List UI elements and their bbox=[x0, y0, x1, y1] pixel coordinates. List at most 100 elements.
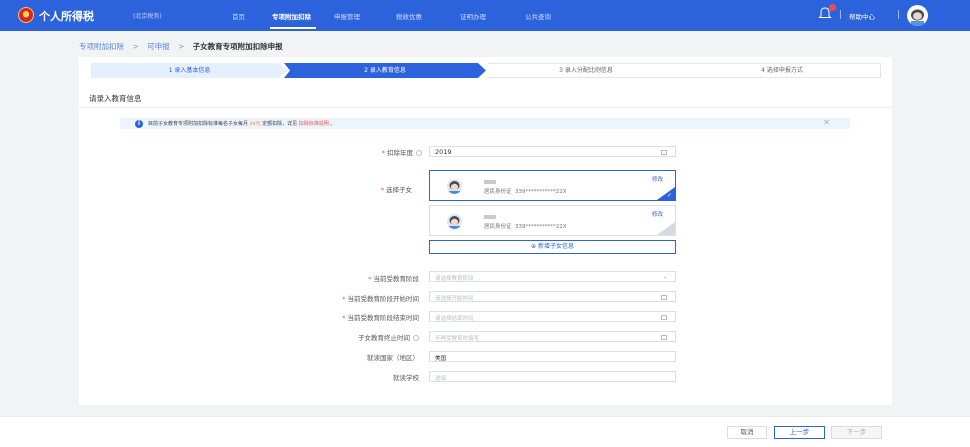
check-icon: ✓ bbox=[666, 192, 672, 199]
school-label: 就读学校 bbox=[329, 372, 419, 382]
nav-active-indicator bbox=[270, 27, 316, 29]
app-title[interactable]: 个人所得税 bbox=[39, 8, 94, 24]
add-child-label: 新增子女信息 bbox=[537, 243, 574, 250]
calendar-icon bbox=[661, 315, 667, 320]
education-stage-select[interactable]: 请选择教育阶段 ⌄ bbox=[429, 271, 676, 282]
notice-text: 目前子女教育专项附加扣除标准每名子女每月 xx元 定额扣除，详见 扣除标准说明 … bbox=[148, 120, 335, 127]
child-avatar bbox=[447, 179, 462, 194]
deduction-year-input[interactable]: 2019 bbox=[429, 146, 676, 157]
required-mark: * bbox=[381, 149, 385, 157]
breadcrumb-special-deduction[interactable]: 专项附加扣除 bbox=[79, 42, 124, 51]
section-divider bbox=[79, 107, 892, 108]
nav-certificate[interactable]: 证明办理 bbox=[460, 11, 486, 21]
school-placeholder: 选填 bbox=[435, 376, 447, 382]
child-label: * 选择子女 bbox=[349, 184, 412, 194]
child-card[interactable]: 居民身份证 339***********22X 修改 ✓ bbox=[429, 170, 676, 201]
help-icon[interactable] bbox=[416, 150, 422, 156]
end-placeholder: 请选择结束时间 bbox=[435, 316, 474, 322]
breadcrumb: 专项附加扣除 > 可申报 > 子女教育专项附加扣除申报 bbox=[79, 41, 289, 52]
edit-child-link[interactable]: 修改 bbox=[652, 210, 663, 218]
start-label: * 当前受教育阶段开始时间 bbox=[279, 293, 419, 303]
calendar-icon bbox=[661, 150, 667, 155]
nav-tax-benefits[interactable]: 税收优惠 bbox=[396, 11, 422, 21]
step-basic-info: 1 录入基本信息 bbox=[91, 63, 288, 78]
country-label-text: 就读国家（地区） bbox=[367, 354, 419, 362]
calendar-icon bbox=[661, 335, 667, 340]
year-value: 2019 bbox=[435, 148, 452, 156]
child-id: 居民身份证 339***********22X bbox=[484, 222, 567, 230]
notice-amount: xx元 bbox=[249, 121, 261, 127]
chevron-down-icon: ⌄ bbox=[662, 274, 667, 280]
top-navbar: 个人所得税 (北京税务) 首页 专项附加扣除 申报管理 税收优惠 证明办理 公共… bbox=[0, 0, 970, 31]
info-icon: i bbox=[135, 120, 143, 128]
end-date-input[interactable]: 请选择结束时间 bbox=[429, 311, 676, 322]
notice-link[interactable]: 扣除标准说明 bbox=[299, 121, 329, 127]
stop-date-input[interactable]: 不再受教育时填写 bbox=[429, 331, 676, 342]
start-label-text: 当前受教育阶段开始时间 bbox=[347, 295, 420, 303]
step-allocation: 3 录入分配比例信息 bbox=[488, 63, 684, 78]
country-value: 美国 bbox=[435, 356, 447, 362]
child-avatar bbox=[447, 214, 462, 229]
unselected-corner bbox=[657, 222, 675, 235]
year-label: * 扣除年度 bbox=[359, 147, 422, 157]
start-date-input[interactable]: 请选择开始时间 bbox=[429, 291, 676, 302]
nav-public-query[interactable]: 公共查询 bbox=[525, 11, 551, 21]
step-declare-method: 4 选择申报方式 bbox=[684, 63, 881, 78]
notice-suffix: 。 bbox=[330, 121, 336, 127]
required-mark: * bbox=[380, 186, 384, 194]
required-mark: * bbox=[342, 295, 346, 303]
school-input[interactable]: 选填 bbox=[429, 371, 676, 382]
breadcrumb-separator: > bbox=[132, 42, 139, 51]
required-mark: * bbox=[342, 314, 346, 322]
footer-bar: 取消 上一步 下一步 bbox=[0, 416, 970, 447]
breadcrumb-separator: > bbox=[177, 42, 185, 51]
stop-label-text: 子女教育终止时间 bbox=[358, 334, 410, 342]
header-divider bbox=[898, 10, 899, 19]
tax-emblem-icon bbox=[18, 7, 34, 23]
step-education-info: 2 录入教育信息 bbox=[284, 63, 486, 78]
plus-circle-icon: ⊕ bbox=[531, 243, 538, 250]
stage-placeholder: 请选择教育阶段 bbox=[435, 276, 474, 282]
child-id-type: 居民身份证 bbox=[484, 189, 512, 195]
edit-child-link[interactable]: 修改 bbox=[652, 175, 663, 183]
notice-middle: 定额扣除，详见 bbox=[262, 121, 298, 127]
child-name-masked bbox=[484, 180, 496, 184]
notification-badge bbox=[829, 4, 836, 11]
help-icon[interactable] bbox=[413, 335, 419, 341]
info-notice: i 目前子女教育专项附加扣除标准每名子女每月 xx元 定额扣除，详见 扣除标准说… bbox=[120, 118, 850, 129]
end-label-text: 当前受教育阶段结束时间 bbox=[347, 314, 420, 322]
year-label-text: 扣除年度 bbox=[387, 149, 413, 157]
breadcrumb-current: 子女教育专项附加扣除申报 bbox=[192, 42, 283, 51]
header-divider bbox=[840, 10, 841, 19]
child-label-text: 选择子女 bbox=[386, 186, 412, 194]
previous-step-button[interactable]: 上一步 bbox=[774, 426, 825, 439]
child-id: 居民身份证 339***********22X bbox=[484, 187, 567, 195]
form-card: 1 录入基本信息 2 录入教育信息 3 录入分配比例信息 4 选择申报方式 请录… bbox=[79, 57, 892, 405]
section-title: 请录入教育信息 bbox=[89, 94, 142, 103]
country-label: 就读国家（地区） bbox=[309, 352, 419, 362]
school-label-text: 就读学校 bbox=[393, 374, 419, 382]
child-id-type: 居民身份证 bbox=[484, 224, 512, 230]
country-input[interactable]: 美国 bbox=[429, 351, 676, 362]
breadcrumb-declarable[interactable]: 可申报 bbox=[147, 42, 170, 51]
start-placeholder: 请选择开始时间 bbox=[435, 296, 474, 302]
cancel-button[interactable]: 取消 bbox=[727, 426, 767, 439]
nav-declaration[interactable]: 申报管理 bbox=[334, 11, 360, 21]
child-card[interactable]: 居民身份证 339***********22X 修改 bbox=[429, 205, 676, 236]
user-avatar[interactable] bbox=[907, 5, 928, 26]
notice-prefix: 目前子女教育专项附加扣除标准每名子女每月 bbox=[148, 121, 249, 127]
stage-label: * 当前受教育阶段 bbox=[319, 273, 419, 283]
child-name-masked bbox=[484, 215, 496, 219]
region-label: (北京税务) bbox=[133, 13, 162, 20]
progress-steps: 1 录入基本信息 2 录入教育信息 3 录入分配比例信息 4 选择申报方式 bbox=[91, 63, 881, 78]
nav-special-deduction[interactable]: 专项附加扣除 bbox=[272, 11, 311, 21]
stage-label-text: 当前受教育阶段 bbox=[373, 275, 420, 283]
next-step-button[interactable]: 下一步 bbox=[831, 426, 882, 439]
close-icon[interactable]: ✕ bbox=[823, 118, 830, 127]
stop-label: 子女教育终止时间 bbox=[309, 332, 419, 342]
end-label: * 当前受教育阶段结束时间 bbox=[279, 312, 419, 322]
add-child-button[interactable]: ⊕ 新增子女信息 bbox=[429, 240, 676, 254]
required-mark: * bbox=[368, 275, 372, 283]
nav-home[interactable]: 首页 bbox=[232, 11, 245, 21]
help-center-link[interactable]: 帮助中心 bbox=[849, 11, 875, 21]
